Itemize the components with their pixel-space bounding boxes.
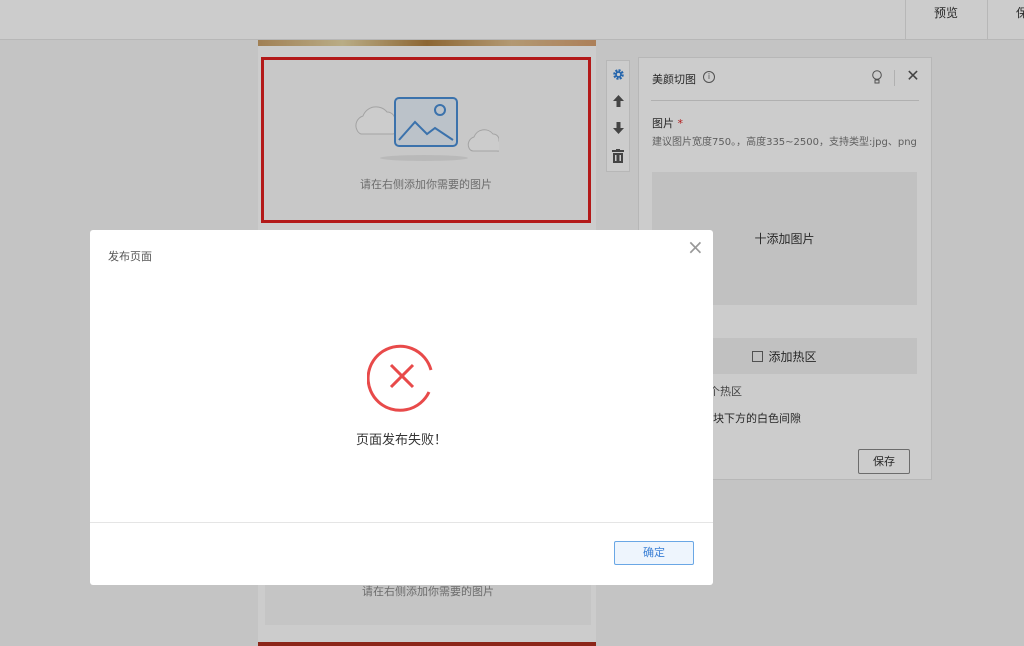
error-message: 页面发布失败！ [355,433,447,448]
dialog-title: 发布页面 [108,250,152,263]
confirm-button[interactable]: 确定 [614,541,694,565]
publish-dialog: 发布页面 × 页面发布失败！ 确定 [90,230,713,585]
divider [90,522,713,523]
close-icon[interactable]: × [687,237,704,257]
error-icon [367,344,433,412]
